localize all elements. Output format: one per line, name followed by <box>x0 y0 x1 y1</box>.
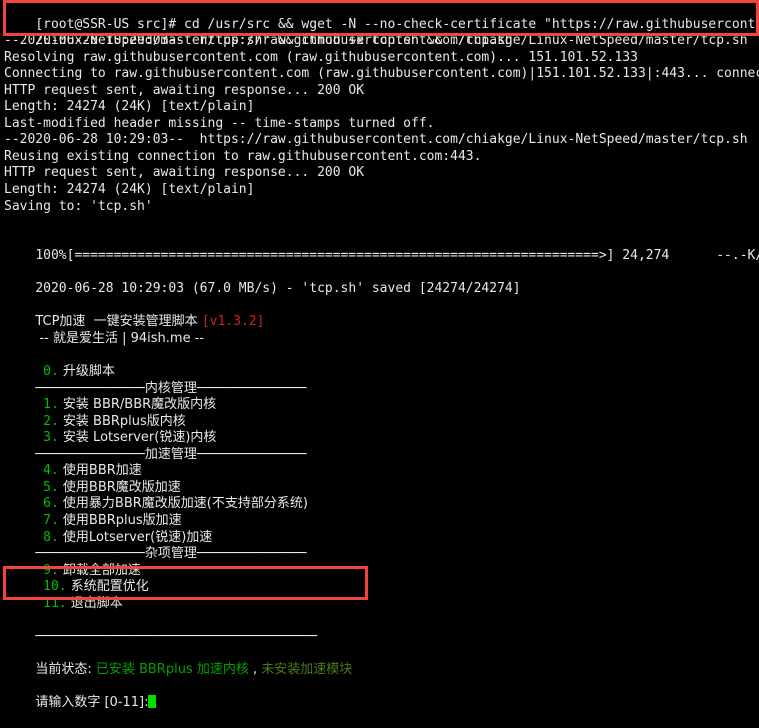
menu-item-1-install-bbr-kernel[interactable]: 1. 安装 BBR/BBR魔改版内核 <box>0 381 759 412</box>
section-header-misc-management: ──────────────杂项管理────────────── <box>0 530 759 561</box>
input-prompt-line[interactable]: 请输入数字 [0-11]: <box>0 678 759 710</box>
wget-http-request-2: HTTP request sent, awaiting response... … <box>4 165 365 181</box>
menu-bottom-divider: ──────────────────────────────────── <box>0 612 759 644</box>
menu-item-8-use-lotserver[interactable]: 8. 使用Lotserver(锐速)加速 <box>0 513 759 545</box>
wget-output-line: Last-modified header missing -- time-sta… <box>0 116 759 133</box>
download-progress-bar: 100%[===================================… <box>0 232 759 263</box>
menu-item-11-exit-script[interactable]: 11. 退出脚本 <box>0 579 759 611</box>
download-saved-line: 2020-06-28 10:29:03 (67.0 MB/s) - 'tcp.s… <box>0 265 759 296</box>
section-header-acceleration-management: ──────────────加速管理────────────── <box>0 430 759 462</box>
wget-output-line: Reusing existing connection to raw.githu… <box>0 149 759 166</box>
menu-item-5-use-bbr-mod[interactable]: 5. 使用BBR魔改版加速 <box>0 463 759 495</box>
menu-item-label: 退出脚本 <box>66 595 123 611</box>
wget-timestamp-1: --2020-06-28 10:29:03-- https://raw.gith… <box>4 33 748 49</box>
terminal-command-line-1: [root@SSR-US src]# cd /usr/src && wget -… <box>0 0 759 32</box>
wget-last-modified: Last-modified header missing -- time-sta… <box>4 115 435 131</box>
progress-text: 100%[===================================… <box>35 248 759 264</box>
wget-length-2: Length: 24274 (24K) [text/plain] <box>4 182 255 198</box>
wget-output-line: Resolving raw.githubusercontent.com (raw… <box>0 50 759 67</box>
wget-output-line: HTTP request sent, awaiting response... … <box>0 165 759 182</box>
menu-item-4-use-bbr[interactable]: 4. 使用BBR加速 <box>0 447 759 478</box>
wget-output-line: Connecting to raw.githubusercontent.com … <box>0 66 759 83</box>
status-installed-kernel: 已安装 BBRplus 加速内核 <box>95 661 249 677</box>
status-accel-module: 未安装加速模块 <box>261 661 353 677</box>
wget-output-line: --2020-06-28 10:29:03-- https://raw.gith… <box>0 33 759 50</box>
menu-item-0-upgrade-script[interactable]: 0. 升级脚本 <box>0 347 759 379</box>
wget-output-line: --2020-06-28 10:29:03-- https://raw.gith… <box>0 132 759 149</box>
wget-length-1: Length: 24274 (24K) [text/plain] <box>4 99 255 115</box>
wget-output-line: Length: 24274 (24K) [text/plain] <box>0 182 759 199</box>
input-prompt-label: 请输入数字 [0-11]: <box>35 694 149 710</box>
script-subtitle-text: -- 就是爱生活 | 94ish.me -- <box>35 330 205 346</box>
script-title: TCP加速 一键安装管理脚本 [v1.3.2] <box>0 298 759 329</box>
terminal-window[interactable]: [root@SSR-US src]# cd /usr/src && wget -… <box>0 0 759 710</box>
menu-item-9-uninstall-all[interactable]: 9. 卸载全部加速 <box>0 546 759 578</box>
wget-resolving: Resolving raw.githubusercontent.com (raw… <box>4 49 638 65</box>
wget-saving-to: Saving to: 'tcp.sh' <box>4 198 153 214</box>
status-label: 当前状态: <box>35 661 96 677</box>
divider-text: ──────────────────────────────────── <box>35 628 318 644</box>
wget-output-line: Saving to: 'tcp.sh' <box>0 199 759 216</box>
menu-item-6-use-bbr-plus-violent-mod[interactable]: 6. 使用暴力BBR魔改版加速(不支持部分系统) <box>0 480 759 511</box>
menu-item-number: 11. <box>35 595 67 611</box>
status-line: 当前状态: 已安装 BBRplus 加速内核 , 未安装加速模块 <box>0 645 759 677</box>
wget-output-line: Length: 24274 (24K) [text/plain] <box>0 99 759 116</box>
menu-item-7-use-bbrplus[interactable]: 7. 使用BBRplus版加速 <box>0 496 759 528</box>
wget-connecting: Connecting to raw.githubusercontent.com … <box>4 66 759 82</box>
script-subtitle: -- 就是爱生活 | 94ish.me -- <box>0 314 759 346</box>
saved-text: 2020-06-28 10:29:03 (67.0 MB/s) - 'tcp.s… <box>35 281 521 297</box>
wget-timestamp-2: --2020-06-28 10:29:03-- https://raw.gith… <box>4 132 748 148</box>
text-cursor <box>148 694 157 708</box>
menu-item-2-install-bbrplus-kernel[interactable]: 2. 安装 BBRplus版内核 <box>0 397 759 429</box>
menu-item-3-install-lotserver-kernel[interactable]: 3. 安装 Lotserver(锐速)内核 <box>0 414 759 445</box>
wget-http-request-1: HTTP request sent, awaiting response... … <box>4 82 365 98</box>
menu-item-10-system-optimization[interactable]: 10. 系统配置优化 <box>0 563 759 594</box>
status-separator: , <box>248 661 262 677</box>
wget-reusing-connection: Reusing existing connection to raw.githu… <box>4 148 482 164</box>
terminal-command-line-2: /Linux-NetSpeed/master/tcp.sh" && chmod … <box>0 17 759 48</box>
wget-output-line: HTTP request sent, awaiting response... … <box>0 83 759 100</box>
section-header-kernel-management: ──────────────内核管理────────────── <box>0 364 759 396</box>
